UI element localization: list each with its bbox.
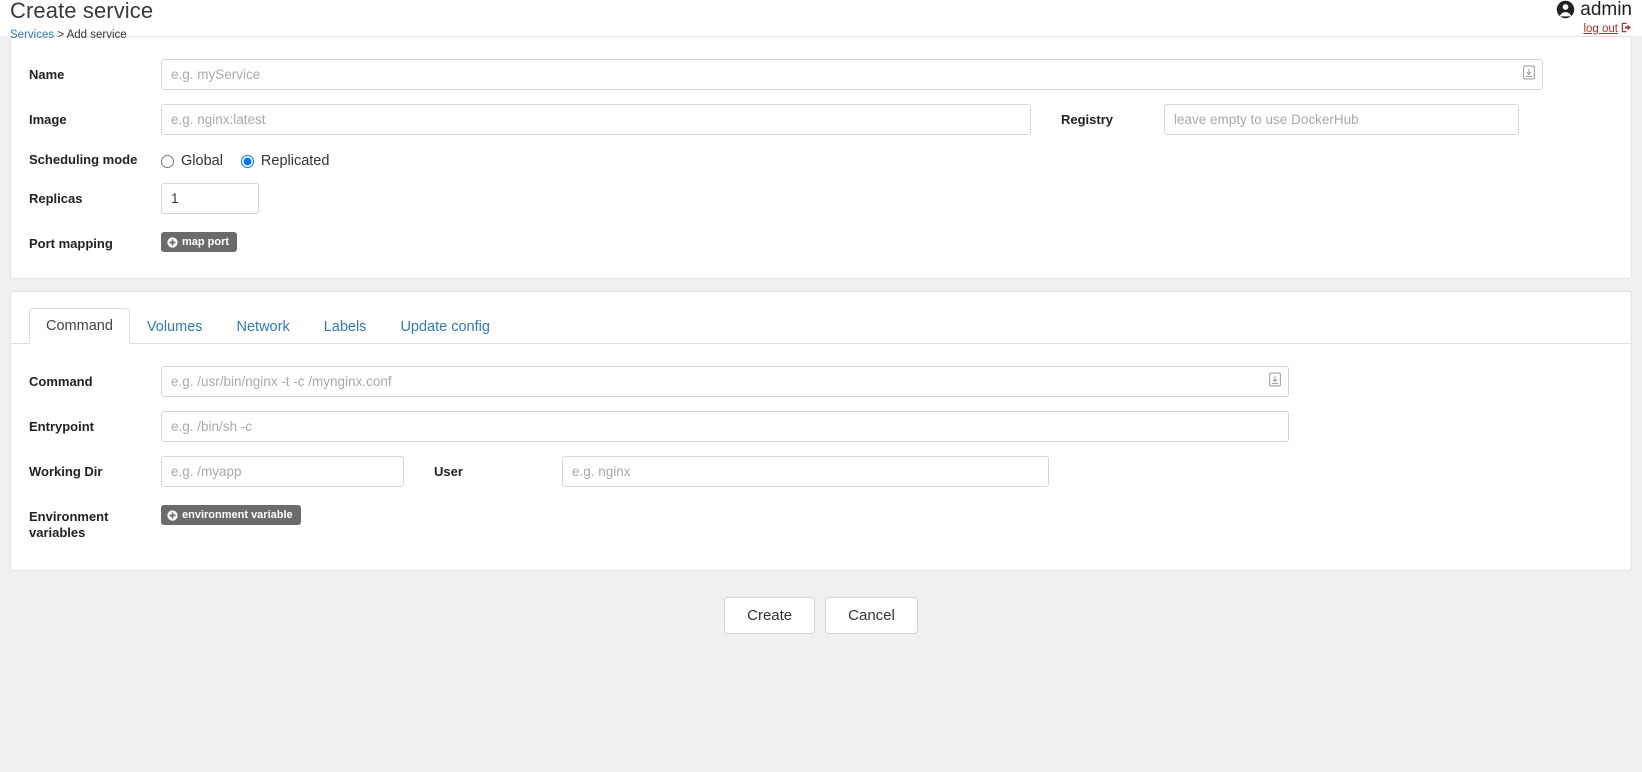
plus-circle-icon: [167, 510, 178, 521]
row-command: Command: [29, 366, 1613, 397]
scheduling-mode-option-global[interactable]: Global: [161, 153, 223, 169]
tab-network[interactable]: Network: [220, 309, 307, 344]
form-actions: Create Cancel: [0, 583, 1642, 634]
row-scheduling-mode: Scheduling mode Global Replicated: [29, 149, 1613, 169]
breadcrumb-separator: >: [57, 29, 64, 41]
logout-row: log out: [1556, 22, 1632, 36]
add-environment-variable-button-label: environment variable: [182, 509, 293, 521]
user-label: User: [434, 464, 562, 479]
user-name: admin: [1580, 0, 1632, 20]
user-circle-icon: [1556, 0, 1575, 19]
sign-out-icon[interactable]: [1621, 22, 1632, 36]
tab-command[interactable]: Command: [29, 308, 130, 344]
scheduling-mode-label: Scheduling mode: [29, 149, 161, 168]
map-port-button[interactable]: map port: [161, 232, 237, 252]
image-input[interactable]: [161, 104, 1031, 135]
entrypoint-label: Entrypoint: [29, 411, 161, 435]
service-basics-card: Name Image Registry: [10, 36, 1632, 279]
radio-global-label: Global: [181, 153, 223, 169]
user-menu: admin log out: [1556, 0, 1632, 36]
cancel-button[interactable]: Cancel: [825, 597, 918, 634]
add-environment-variable-button[interactable]: environment variable: [161, 505, 301, 525]
row-environment-variables: Environment variables environment variab…: [29, 501, 1613, 540]
image-label: Image: [29, 104, 161, 128]
registry-input[interactable]: [1164, 104, 1519, 135]
row-image: Image Registry: [29, 104, 1613, 135]
command-input[interactable]: [161, 366, 1289, 397]
replicas-input[interactable]: [161, 183, 259, 214]
replicas-label: Replicas: [29, 183, 161, 207]
map-port-button-label: map port: [182, 236, 229, 248]
tab-bar: Command Volumes Network Labels Update co…: [11, 292, 1631, 344]
breadcrumb: Services > Add service: [10, 29, 1632, 41]
page-header: Create service Services > Add service ad…: [0, 0, 1642, 36]
create-button[interactable]: Create: [724, 597, 815, 634]
breadcrumb-link-services[interactable]: Services: [10, 29, 54, 41]
tab-update-config[interactable]: Update config: [383, 309, 506, 344]
radio-global[interactable]: [161, 155, 174, 168]
logout-link[interactable]: log out: [1583, 23, 1618, 35]
name-input[interactable]: [161, 59, 1543, 90]
working-dir-label: Working Dir: [29, 456, 161, 480]
user-input[interactable]: [562, 456, 1049, 487]
page-title: Create service: [10, 0, 1632, 22]
service-details-card: Command Volumes Network Labels Update co…: [10, 291, 1632, 571]
environment-variables-label: Environment variables: [29, 501, 161, 540]
create-service-page: Create service Services > Add service ad…: [0, 0, 1642, 772]
user-identity: admin: [1556, 0, 1632, 20]
row-replicas: Replicas: [29, 183, 1613, 214]
row-entrypoint: Entrypoint: [29, 411, 1613, 442]
row-working-dir: Working Dir User: [29, 456, 1613, 487]
scheduling-mode-radio-group: Global Replicated: [161, 149, 329, 169]
plus-circle-icon: [167, 237, 178, 248]
working-dir-input[interactable]: [161, 456, 404, 487]
tab-labels[interactable]: Labels: [307, 309, 384, 344]
port-mapping-label: Port mapping: [29, 228, 161, 252]
registry-label: Registry: [1061, 112, 1164, 127]
row-name: Name: [29, 59, 1613, 90]
entrypoint-input[interactable]: [161, 411, 1289, 442]
breadcrumb-current: Add service: [67, 29, 127, 41]
tab-volumes[interactable]: Volumes: [130, 309, 220, 344]
radio-replicated[interactable]: [241, 155, 254, 168]
tab-panel-command: Command Entrypoin: [11, 344, 1631, 570]
name-label: Name: [29, 59, 161, 83]
row-port-mapping: Port mapping map port: [29, 228, 1613, 252]
command-label: Command: [29, 366, 161, 390]
scheduling-mode-option-replicated[interactable]: Replicated: [241, 153, 330, 169]
radio-replicated-label: Replicated: [261, 153, 330, 169]
